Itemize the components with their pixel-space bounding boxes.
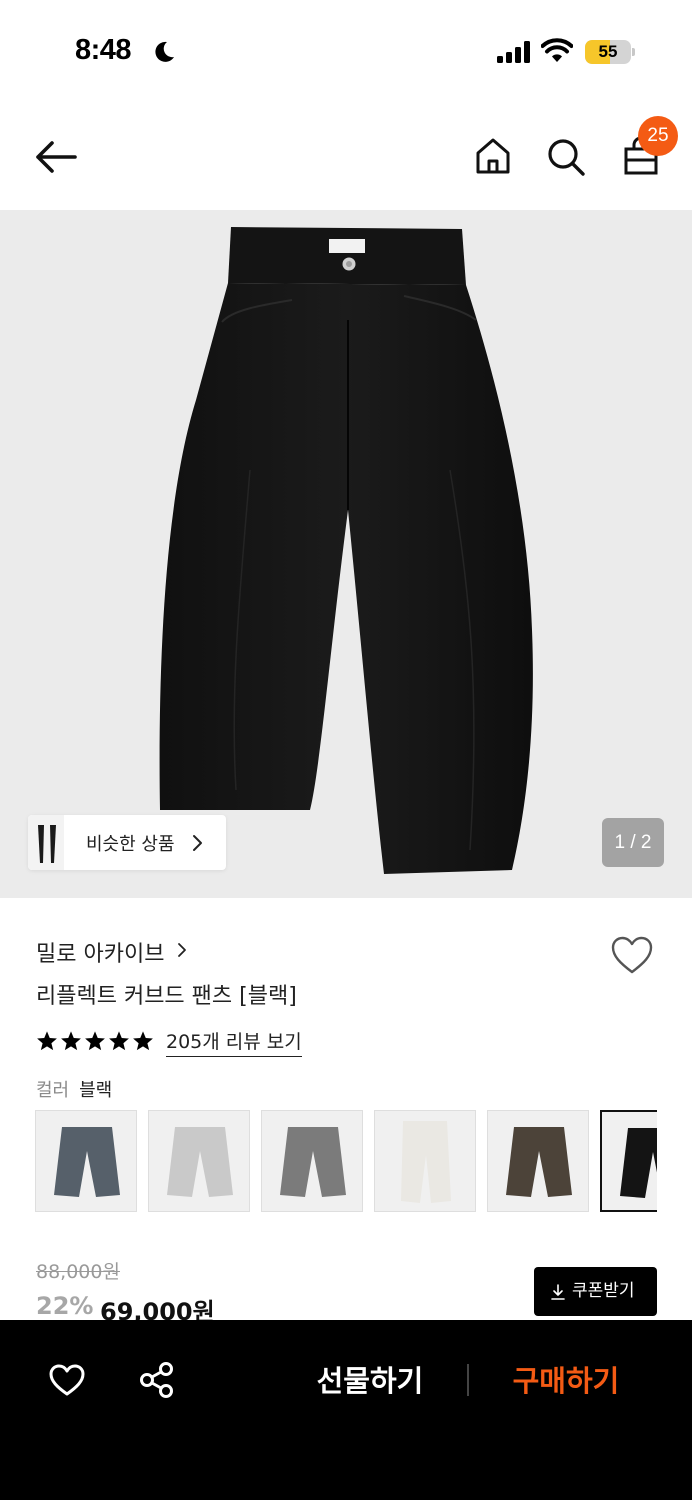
brand-link[interactable]: 밀로 아카이브: [36, 936, 186, 967]
review-link[interactable]: 205개 리뷰 보기: [166, 1027, 302, 1057]
brand-name: 밀로 아카이브: [36, 942, 165, 967]
cart-count-badge: 25: [638, 116, 678, 156]
chevron-right-icon: [178, 943, 186, 957]
wishlist-heart-icon[interactable]: [610, 935, 654, 975]
star-icon: [37, 1031, 57, 1051]
download-icon: [551, 1284, 565, 1300]
button-divider: [467, 1364, 469, 1396]
coupon-label: 쿠폰받기: [572, 1281, 635, 1301]
similar-products-label: 비슷한 상품: [86, 834, 175, 855]
wifi-icon: [541, 38, 573, 62]
bottom-action-bar: [0, 1320, 692, 1500]
product-image-carousel[interactable]: [0, 210, 692, 898]
color-swatches: [35, 1110, 657, 1213]
color-label: 컬러: [36, 1080, 70, 1101]
discount-rate: 22%: [36, 1292, 94, 1320]
color-swatch[interactable]: [374, 1110, 476, 1212]
battery-percentage: 55: [598, 42, 618, 61]
color-swatch[interactable]: [148, 1110, 250, 1212]
home-icon[interactable]: [474, 137, 512, 175]
battery-nub: [632, 48, 635, 56]
similar-product-thumbnail: [28, 815, 64, 870]
heart-icon[interactable]: [48, 1363, 86, 1397]
color-swatch[interactable]: [487, 1110, 589, 1212]
top-nav-bar: [0, 100, 692, 210]
status-time: 8:48: [75, 34, 132, 66]
product-name: 리플렉트 커브드 팬츠 [블랙]: [36, 984, 297, 1009]
share-icon[interactable]: [139, 1361, 175, 1399]
signal-icon: [497, 41, 530, 63]
star-icon: [85, 1031, 105, 1051]
rating-row: 205개 리뷰 보기: [36, 1026, 336, 1057]
coupon-button[interactable]: 쿠폰받기: [534, 1267, 657, 1316]
product-image: [159, 227, 533, 874]
search-icon[interactable]: [546, 137, 586, 177]
color-row: 컬러 블랙: [36, 1076, 112, 1102]
back-arrow-icon[interactable]: [34, 139, 78, 175]
color-value: 블랙: [79, 1080, 113, 1101]
chevron-right-icon: [193, 835, 202, 851]
star-icon: [61, 1031, 81, 1051]
battery-icon: 55: [585, 40, 635, 64]
status-bar: 8:48 55: [0, 0, 692, 100]
gift-button[interactable]: 선물하기: [300, 1355, 440, 1407]
original-price: 88,000원: [36, 1261, 120, 1283]
moon-icon: [155, 41, 174, 62]
color-swatch[interactable]: [261, 1110, 363, 1212]
image-page-indicator: 1 / 2: [602, 818, 664, 867]
star-icon: [109, 1031, 129, 1051]
star-icon: [133, 1031, 153, 1051]
color-swatch-selected[interactable]: [600, 1110, 657, 1212]
similar-products-button[interactable]: 비슷한 상품: [28, 815, 226, 870]
buy-button[interactable]: 구매하기: [496, 1355, 636, 1407]
color-swatch[interactable]: [35, 1110, 137, 1212]
